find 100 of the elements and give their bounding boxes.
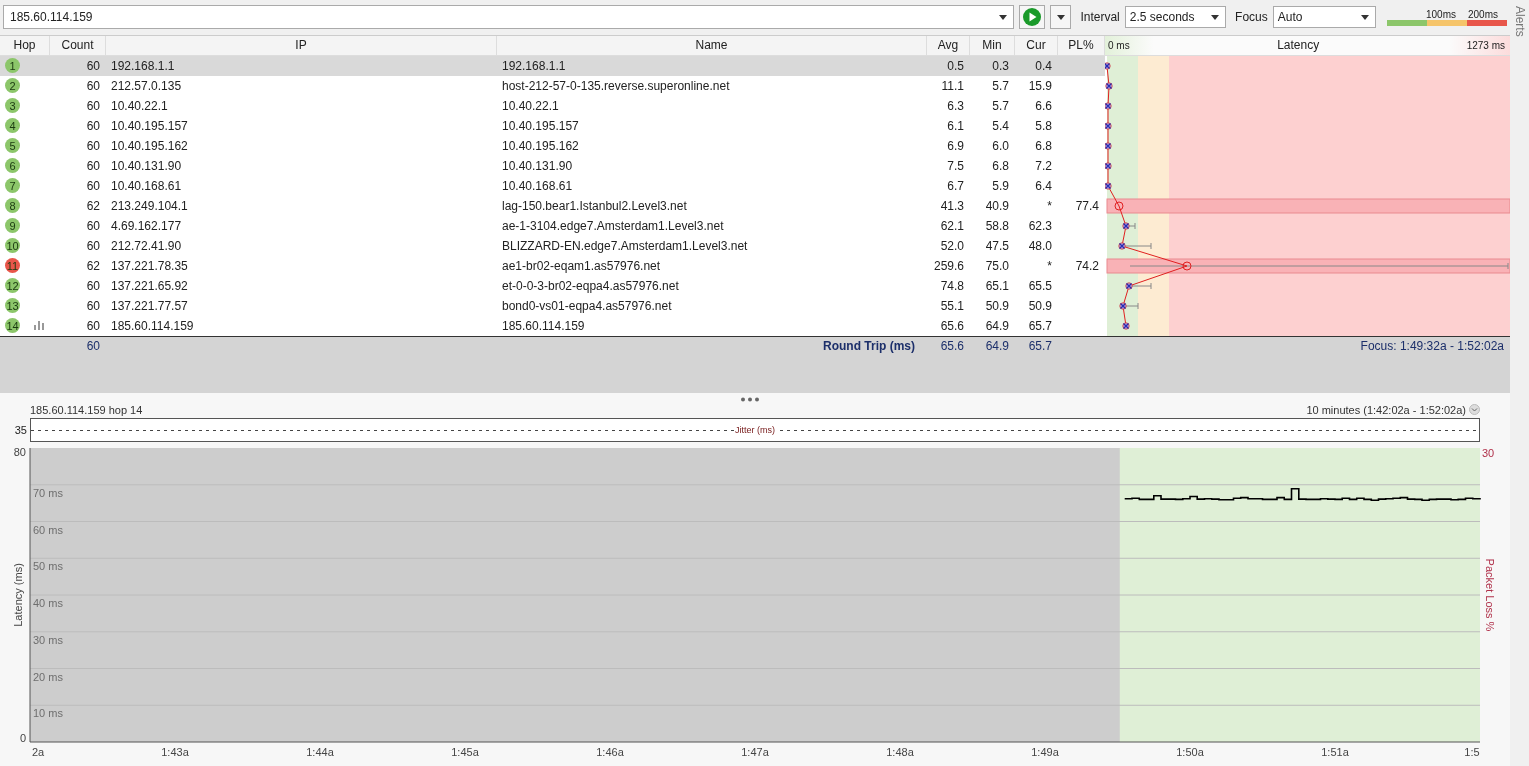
play-icon xyxy=(1022,8,1041,27)
table-cell-text: ae-1-3104.edge7.Amsterdam1.Level3.net xyxy=(501,218,725,233)
dropdown-button[interactable] xyxy=(1049,5,1072,30)
hop-marker xyxy=(1119,302,1127,310)
caret-icon xyxy=(1056,14,1065,20)
table-cell-text: 60 xyxy=(85,158,101,173)
table-cell-text: 137.221.78.35 xyxy=(110,258,189,273)
hop-badge: 3 xyxy=(5,98,20,114)
hop-badge: 4 xyxy=(5,118,20,134)
table-cell: 74.2 xyxy=(1075,258,1099,273)
start-button[interactable] xyxy=(1018,5,1045,30)
column-header[interactable]: Min xyxy=(970,35,1015,55)
table-cell-text: 5.7 xyxy=(991,98,1010,113)
table-cell-text: 185.60.114.159 xyxy=(110,318,195,333)
legend-label: 100ms xyxy=(1426,8,1456,20)
interval-label: Interval xyxy=(1080,10,1120,25)
target-field[interactable]: 185.60.114.159 xyxy=(3,5,1014,30)
hop-row[interactable]: 6 60 10.40.131.90 10.40.131.90 7.5 6.8 7.2 xyxy=(0,155,1105,176)
table-cell-text: 55.1 xyxy=(939,298,965,313)
axis-label: 1:49a xyxy=(1031,746,1059,758)
hop-marker xyxy=(1105,162,1112,170)
table-cell-text: 6.3 xyxy=(946,98,965,113)
hop-marker xyxy=(1114,201,1124,211)
table-cell-text: 192.168.1.1 xyxy=(110,58,176,73)
column-header[interactable]: Avg xyxy=(927,35,970,55)
hop-row[interactable]: 8 62 213.249.104.1 lag-150.bear1.Istanbul2.Level3.net 41.3 40.9 * 77.4 xyxy=(0,195,1105,216)
legend-label: 200ms xyxy=(1468,8,1498,20)
table-cell-text: 60 xyxy=(85,78,101,93)
axis-label: 1:46a xyxy=(596,746,624,758)
table-cell-text: 6.8 xyxy=(1034,138,1053,153)
hop-badge: 13 xyxy=(5,298,20,314)
table-cell-text: ae1-br02-eqam1.as57976.net xyxy=(501,258,662,273)
table-cell-text: 60 xyxy=(85,218,101,233)
hop-row[interactable]: 2 60 212.57.0.135 host-212-57-0-135.reverse.superonline.net 11.1 5.7 15.9 xyxy=(0,75,1105,96)
alerts-tab[interactable]: Alerts xyxy=(1512,6,1527,37)
gridline-label: 40 ms xyxy=(33,597,63,609)
hop-row[interactable]: 12 60 137.221.65.92 et-0-0-3-br02-eqpa4.as57976.net 74.8 65.1 65.5 xyxy=(0,275,1105,296)
table-cell-text: 15.9 xyxy=(1027,78,1053,93)
hop-row[interactable]: 13 60 137.221.77.57 bond0-vs01-eqpa4.as57976.net 55.1 50.9 50.9 xyxy=(0,295,1105,316)
summary-count: 60 xyxy=(85,338,101,353)
axis-label: 1:48a xyxy=(886,746,914,758)
hop-row[interactable]: 5 60 10.40.195.162 10.40.195.162 6.9 6.0 6.8 xyxy=(0,135,1105,156)
table-cell-text: 192.168.1.1 xyxy=(501,58,567,73)
caret-icon xyxy=(998,14,1007,20)
table-cell-text: 7.5 xyxy=(946,158,965,173)
gridline-label: 20 ms xyxy=(33,670,63,683)
summary-label: Round Trip (ms) xyxy=(822,338,916,353)
table-cell-text: 185.60.114.159 xyxy=(501,318,586,333)
column-header[interactable]: Hop xyxy=(0,35,50,55)
hop-row[interactable]: 14 60 185.60.114.159 185.60.114.159 65.6 64.9 65.7 xyxy=(0,315,1105,336)
column-header[interactable]: Count xyxy=(50,35,106,55)
table-cell-text: 10.40.168.61 xyxy=(501,178,574,193)
table-cell-text: 259.6 xyxy=(932,258,965,273)
hop-badge: 12 xyxy=(5,278,20,294)
hop-marker xyxy=(1122,222,1130,230)
column-header[interactable]: IP xyxy=(106,35,497,55)
hop-row[interactable]: 10 60 212.72.41.90 BLIZZARD-EN.edge7.Amsterdam1.Level3.net 52.0 47.5 48.0 xyxy=(0,235,1105,256)
column-header[interactable]: Name xyxy=(497,35,927,55)
column-header[interactable]: Cur xyxy=(1015,35,1058,55)
hop-row[interactable]: 1 60 192.168.1.1 192.168.1.1 0.5 0.3 0.4 xyxy=(0,55,1105,76)
table-cell-text: 50.9 xyxy=(1027,298,1053,313)
hop-badge: 14 xyxy=(5,318,20,334)
hop-row[interactable]: 3 60 10.40.22.1 10.40.22.1 6.3 5.7 6.6 xyxy=(0,95,1105,116)
table-cell-text: 60 xyxy=(85,318,101,333)
hop-row[interactable]: 4 60 10.40.195.157 10.40.195.157 6.1 5.4 5.8 xyxy=(0,115,1105,136)
table-cell-text: et-0-0-3-br02-eqpa4.as57976.net xyxy=(501,278,680,293)
gridline-label: 30 ms xyxy=(33,633,63,646)
axis-label: 1:44a xyxy=(306,746,334,758)
table-cell: 77.4 xyxy=(1075,198,1099,213)
table-cell-text: 62 xyxy=(85,258,101,273)
table-cell-text: 5.7 xyxy=(991,78,1010,93)
caret-icon xyxy=(1211,14,1220,20)
table-cell-text: * xyxy=(1046,198,1053,213)
hop-badge: 11 xyxy=(5,258,20,274)
table-cell-text: 60 xyxy=(85,298,101,313)
gridline-label: 10 ms xyxy=(33,707,63,720)
table-cell-text: 4.69.162.177 xyxy=(110,218,183,233)
splitter-handle[interactable] xyxy=(740,396,760,402)
table-cell-text: 60 xyxy=(85,238,101,253)
table-cell-text: 41.3 xyxy=(939,198,965,213)
gridline-label: 60 ms xyxy=(33,523,63,536)
table-cell-text: 11.1 xyxy=(940,78,965,93)
hop-marker xyxy=(1105,122,1112,130)
hop-marker xyxy=(1125,282,1133,290)
table-cell-text: 58.8 xyxy=(984,218,1010,233)
focus-label: Focus xyxy=(1235,10,1268,25)
table-cell-text: 65.7 xyxy=(1027,318,1053,333)
hop-row[interactable]: 9 60 4.69.162.177 ae-1-3104.edge7.Amsterdam1.Level3.net 62.1 58.8 62.3 xyxy=(0,215,1105,236)
hop-marker xyxy=(1105,142,1112,150)
hop-row[interactable]: 11 62 137.221.78.35 ae1-br02-eqam1.as57976.net 259.6 75.0 * 74.2 xyxy=(0,255,1105,276)
table-cell-text: 10.40.195.157 xyxy=(110,118,189,133)
interval-select[interactable]: 2.5 seconds xyxy=(1124,6,1227,29)
hop-row[interactable]: 7 60 10.40.168.61 10.40.168.61 6.7 5.9 6.4 xyxy=(0,175,1105,196)
table-cell-text: 137.221.65.92 xyxy=(110,278,189,293)
focus-select[interactable]: Auto xyxy=(1272,6,1376,29)
hop-badge: 9 xyxy=(5,218,20,234)
table-cell-text: 5.8 xyxy=(1034,118,1053,133)
hop-marker xyxy=(1105,102,1112,110)
table-cell-text: 6.1 xyxy=(946,118,965,133)
table-cell-text: 10.40.22.1 xyxy=(501,98,560,113)
